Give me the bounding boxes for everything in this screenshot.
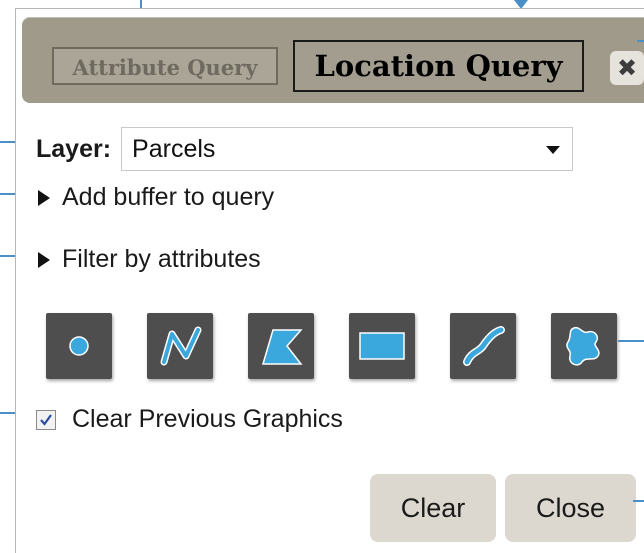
- layer-label: Layer:: [36, 134, 112, 163]
- clear-graphics-checkbox[interactable]: [36, 409, 56, 430]
- query-dialog: Attribute Query Location Query ✖ Layer: …: [15, 8, 644, 553]
- chevron-down-icon: [546, 146, 561, 154]
- freehand-polygon-draw-icon: [566, 326, 600, 366]
- point-draw-icon: [69, 336, 89, 356]
- layer-select-value: Parcels: [132, 135, 216, 163]
- layer-row: Layer: Parcels: [36, 127, 574, 171]
- tab-attribute-query[interactable]: Attribute Query: [52, 47, 278, 85]
- callout-line-tools: [618, 340, 644, 342]
- expand-triangle-icon: [38, 251, 50, 268]
- rectangle-draw-icon: [359, 332, 405, 360]
- polygon-draw-icon: [261, 329, 303, 365]
- callout-line-titlebar: [637, 40, 644, 42]
- draw-freehand-line-button[interactable]: [450, 313, 516, 379]
- expand-triangle-icon: [38, 189, 50, 206]
- draw-polygon-button[interactable]: [248, 313, 314, 379]
- buffer-expander-label: Add buffer to query: [62, 183, 275, 211]
- layer-select[interactable]: Parcels: [121, 127, 574, 171]
- clear-button[interactable]: Clear: [370, 474, 496, 542]
- draw-polyline-button[interactable]: [147, 313, 213, 379]
- draw-rectangle-button[interactable]: [349, 313, 415, 379]
- tab-location-query[interactable]: Location Query: [293, 40, 584, 92]
- draw-toolbar: [46, 313, 617, 379]
- close-button[interactable]: Close: [505, 474, 636, 542]
- filter-expander[interactable]: Filter by attributes: [38, 245, 261, 274]
- freehand-line-draw-icon: [463, 326, 505, 366]
- checkmark-icon: [40, 413, 52, 426]
- polyline-draw-icon: [160, 326, 202, 366]
- clear-graphics-label: Clear Previous Graphics: [72, 405, 343, 433]
- close-icon[interactable]: ✖: [610, 51, 644, 85]
- callout-line-close: [633, 500, 644, 502]
- dialog-titlebar: Attribute Query Location Query ✖: [22, 17, 644, 103]
- screenshot-stage: Attribute Query Location Query ✖ Layer: …: [0, 0, 644, 553]
- clear-graphics-row[interactable]: Clear Previous Graphics: [36, 405, 343, 434]
- filter-expander-label: Filter by attributes: [62, 245, 261, 273]
- draw-point-button[interactable]: [46, 313, 112, 379]
- draw-freehand-polygon-button[interactable]: [551, 313, 617, 379]
- buffer-expander[interactable]: Add buffer to query: [38, 183, 274, 212]
